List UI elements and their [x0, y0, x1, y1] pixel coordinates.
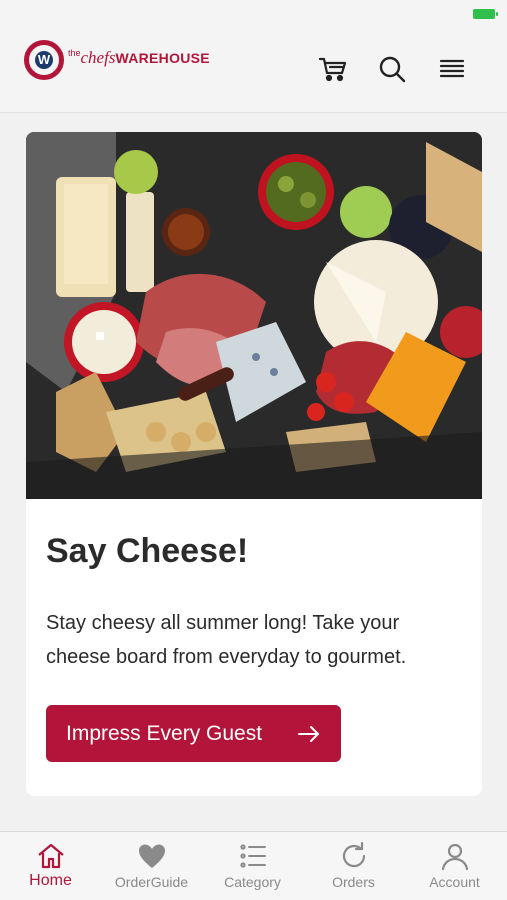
bottom-tab-bar: Home OrderGuide Category Orders Account [0, 831, 507, 900]
status-bar [0, 0, 507, 28]
tab-orders[interactable]: Orders [303, 832, 404, 900]
tab-label-category: Category [224, 874, 281, 890]
tab-label-account: Account [429, 874, 480, 890]
tab-category[interactable]: Category [202, 832, 303, 900]
promo-card: Say Cheese! Stay cheesy all summer long!… [26, 132, 482, 796]
logo-mark-letter: W [35, 51, 53, 69]
user-icon [439, 840, 471, 872]
arrow-right-icon [297, 722, 321, 746]
logo-warehouse: WAREHOUSE [115, 50, 210, 66]
logo-text: thechefsWAREHOUSE [68, 48, 210, 68]
heart-icon [136, 840, 168, 872]
home-icon [35, 840, 67, 872]
battery-icon [473, 9, 498, 19]
logo-mark: W [24, 40, 64, 80]
list-icon [237, 840, 269, 872]
impress-every-guest-button[interactable]: Impress Every Guest [46, 705, 341, 762]
tab-label-orders: Orders [332, 874, 375, 890]
tab-orderguide[interactable]: OrderGuide [101, 832, 202, 900]
tab-home[interactable]: Home [0, 832, 101, 900]
refresh-icon [338, 840, 370, 872]
cta-label: Impress Every Guest [66, 721, 263, 745]
brand-logo[interactable]: W thechefsWAREHOUSE [24, 40, 224, 84]
logo-chefs: chefs [80, 48, 116, 67]
cart-icon[interactable] [317, 53, 349, 85]
promo-description: Stay cheesy all summer long! Take your c… [46, 612, 407, 668]
promo-image [26, 132, 482, 499]
menu-icon[interactable] [436, 53, 468, 85]
search-icon[interactable] [376, 53, 408, 85]
app-header: W thechefsWAREHOUSE [0, 28, 507, 113]
tab-label-orderguide: OrderGuide [114, 874, 189, 890]
tab-label-home: Home [29, 872, 72, 889]
tab-account[interactable]: Account [404, 832, 505, 900]
promo-title: Say Cheese! [46, 532, 249, 570]
logo-the: the [68, 48, 81, 58]
